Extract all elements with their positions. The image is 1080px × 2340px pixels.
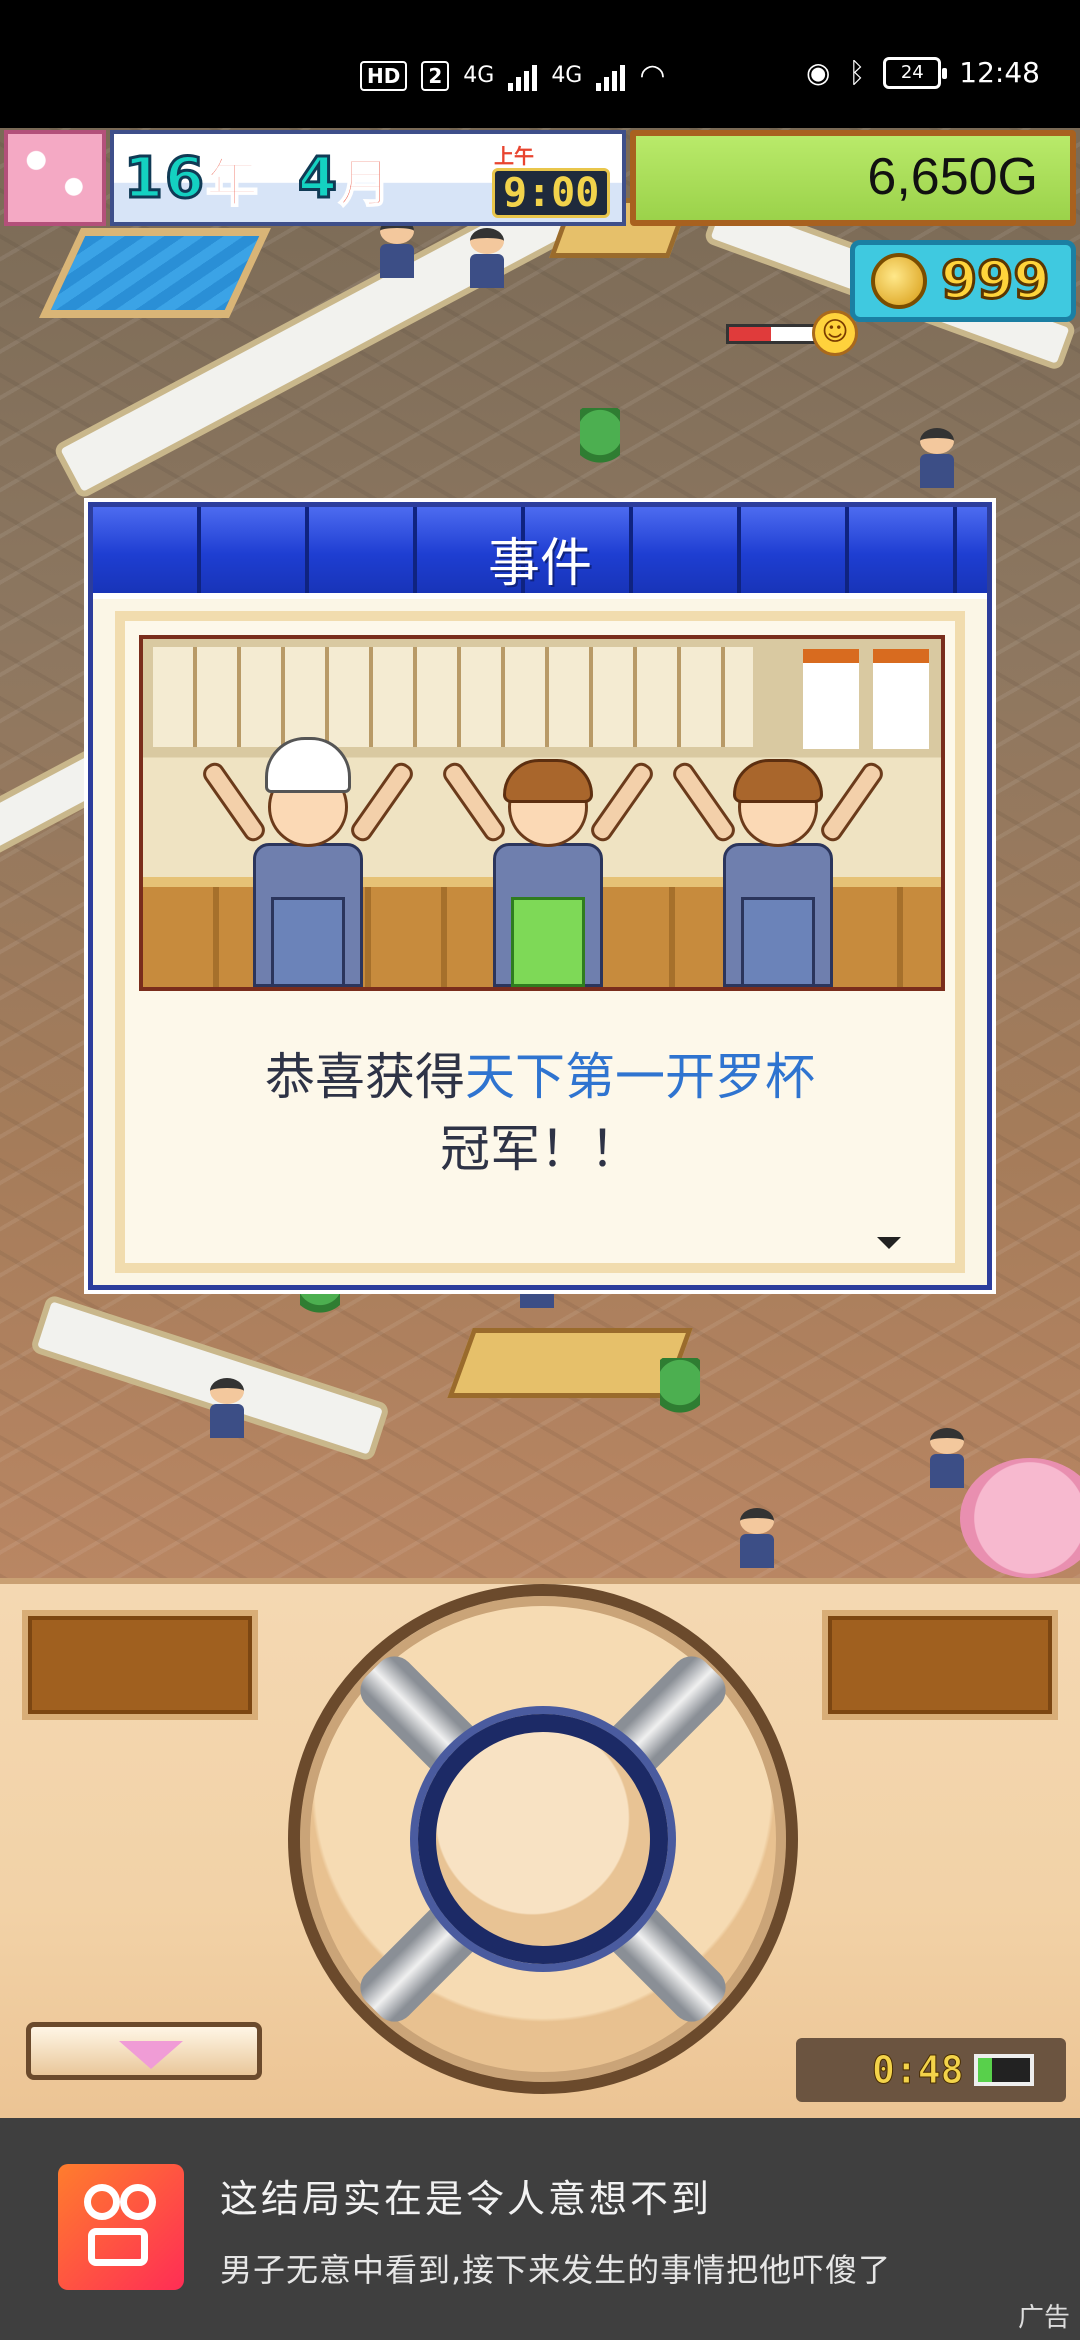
message-prefix: 恭喜获得 (265, 1048, 465, 1106)
menu-card (873, 649, 929, 749)
eye-icon: ◉ (806, 56, 831, 89)
dialog-header: 事件 (93, 507, 987, 599)
coin-icon (871, 253, 927, 309)
hd-badge: HD (360, 60, 408, 91)
pool (39, 228, 271, 318)
year-value: 16 (123, 144, 206, 212)
video-app-icon[interactable] (58, 2164, 184, 2290)
event-message: 恭喜获得天下第一开罗杯 冠军！！ (125, 1041, 955, 1185)
event-illustration (139, 635, 945, 991)
sim-badge: 2 (421, 60, 450, 91)
message-highlight: 天下第一开罗杯 (465, 1048, 815, 1106)
month-value: 4 (296, 144, 339, 212)
chef-character (199, 727, 417, 987)
coin-display[interactable]: 999 (850, 240, 1076, 322)
right-action-button[interactable] (822, 1610, 1058, 1720)
ad-tag: 广告 (1017, 2303, 1070, 2333)
left-action-button[interactable] (22, 1610, 258, 1720)
signal-icon-2 (596, 61, 626, 91)
customer (740, 1508, 774, 1568)
mood-bar-fill (729, 327, 771, 341)
status-bar: HD 2 4G 4G ◠ ◉ ᛒ 24 12:48 (0, 0, 1080, 128)
bluetooth-icon: ᛒ (848, 56, 866, 89)
bamboo-tree (580, 408, 620, 478)
status-right: ◉ ᛒ 24 12:48 (806, 56, 1040, 89)
counter (447, 1328, 693, 1398)
sim1-network-label: 4G (463, 63, 495, 88)
dpad[interactable] (288, 1584, 798, 2094)
sakura-tree (960, 1458, 1080, 1578)
battery-icon: 24 (883, 56, 948, 89)
dialog-title: 事件 (487, 534, 592, 594)
coin-count: 999 (940, 250, 1052, 313)
message-suffix: 冠军！！ (440, 1120, 640, 1178)
customer (930, 1428, 964, 1488)
month-unit: 月 (338, 153, 392, 215)
customer (380, 218, 414, 278)
battery-icon (973, 2054, 1034, 2086)
customer (210, 1378, 244, 1438)
season-icon (4, 130, 106, 226)
waitress-character (439, 727, 657, 987)
clock: 12:48 (959, 56, 1040, 89)
dialog-body: 恭喜获得天下第一开罗杯 冠军！！ (115, 611, 965, 1273)
customer (470, 228, 504, 288)
waitress-character (669, 727, 887, 987)
bamboo-tree (660, 1358, 700, 1428)
ad-banner[interactable]: 这结局实在是令人意想不到 男子无意中看到,接下来发生的事情把他吓傻了 广告 (0, 2118, 1080, 2340)
customer (920, 428, 954, 488)
ad-description[interactable]: 男子无意中看到,接下来发生的事情把他吓傻了 (220, 2244, 980, 2340)
menu-toggle-button[interactable] (26, 2022, 262, 2080)
continue-arrow-icon[interactable] (877, 1237, 901, 1249)
session-timer: 0:48 (796, 2038, 1066, 2102)
ad-title[interactable]: 这结局实在是令人意想不到 (220, 2168, 712, 2223)
signal-icon (508, 61, 538, 91)
sim2-network-label: 4G (551, 63, 583, 88)
network-indicators: HD 2 4G 4G ◠ (360, 58, 666, 93)
wifi-icon: ◠ (639, 58, 666, 93)
timer-text: 0:48 (872, 2048, 965, 2093)
game-time: 9:00 (492, 168, 611, 218)
year-unit: 年 (205, 153, 259, 215)
ampm-label: 上午 (494, 144, 534, 168)
event-dialog[interactable]: 事件 恭喜获得天下第一开罗杯 冠军！！ (88, 502, 992, 1290)
dpad-center-button[interactable] (418, 1714, 668, 1964)
smiley-icon: ☺ (812, 310, 858, 356)
triangle-down-icon (119, 2041, 183, 2069)
date-panel: 16 年 4 月 上午 9:00 (110, 130, 626, 226)
money-display: 6,650G (630, 130, 1076, 226)
